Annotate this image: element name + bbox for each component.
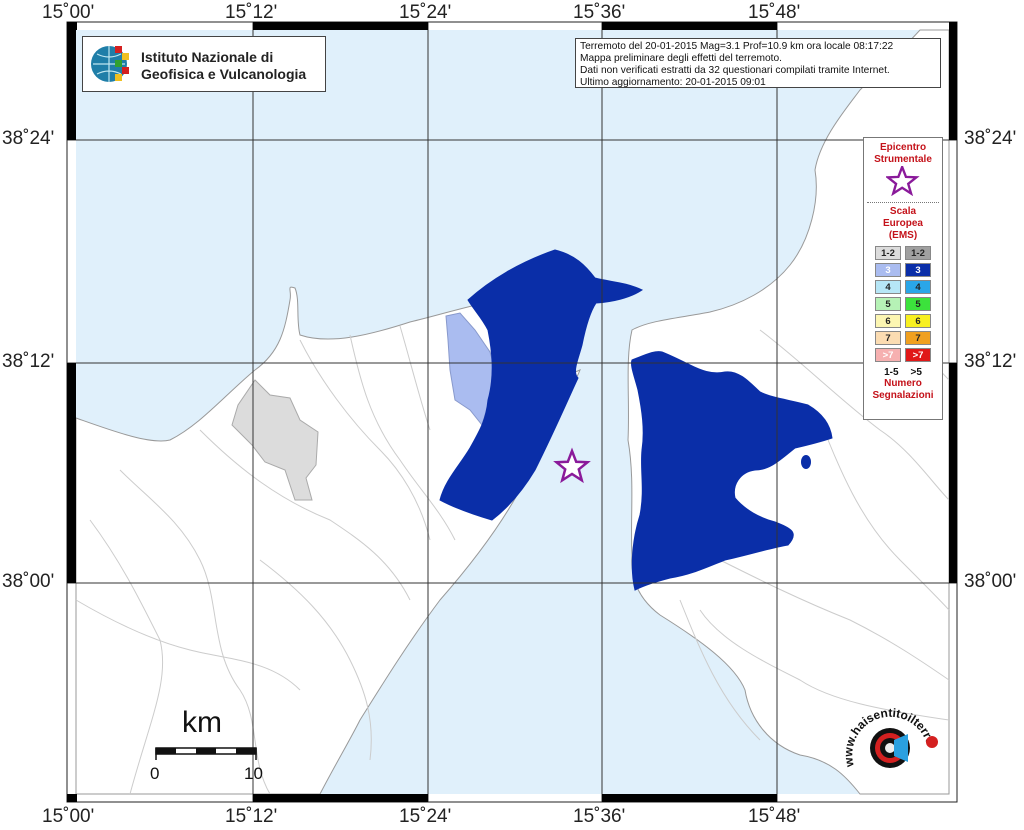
legend-epicenter-title-1: Epicentro (879, 142, 927, 153)
lon-tick-top-3: 15˚24' (399, 2, 452, 23)
legend-scale-title-2: Europea (882, 218, 923, 229)
lat-tick-right-3: 38˚00' (964, 571, 1017, 592)
lon-tick-bottom-2: 15˚12' (225, 806, 278, 827)
lon-tick-top-5: 15˚48' (748, 2, 801, 23)
scale-bar-graphic (155, 747, 257, 760)
legend-row: 44 (864, 280, 942, 294)
lon-tick-top-1: 15˚00' (42, 2, 95, 23)
lat-tick-right-1: 38˚24' (964, 128, 1017, 149)
legend-count-header: 1-5 >5 (864, 367, 942, 378)
lon-tick-bottom-1: 15˚00' (42, 806, 95, 827)
haisentito-logo-graphic: www.haisentitoilterremoto.it (835, 685, 938, 769)
haisentito-logo: www.haisentitoilterremoto.it (835, 685, 950, 796)
legend-row: 66 (864, 314, 942, 328)
legend-swatch-many: 4 (905, 280, 931, 294)
legend-scale-title-1: Scala (889, 206, 917, 217)
legend-swatch-many: 5 (905, 297, 931, 311)
legend-swatch-few: >7 (875, 348, 901, 362)
scale-bar-unit: km (182, 706, 222, 739)
lat-tick-right-2: 38˚12' (964, 351, 1017, 372)
intensity-area-3-islet (801, 455, 811, 469)
legend-swatch-few: 1-2 (875, 246, 901, 260)
legend-swatch-many: 1-2 (905, 246, 931, 260)
lon-tick-bottom-3: 15˚24' (399, 806, 452, 827)
event-info-line3: Dati non verificati estratti da 32 quest… (580, 65, 890, 76)
legend-swatch-many: 6 (905, 314, 931, 328)
legend-swatch-few: 3 (875, 263, 901, 277)
scale-bar-start: 0 (150, 764, 160, 783)
legend-count-title-2: Segnalazioni (872, 390, 934, 401)
legend-scale-title-3: (EMS) (888, 230, 918, 241)
legend-row: >7 >7 (864, 348, 942, 362)
legend-swatch-few: 6 (875, 314, 901, 328)
legend-count-low: 1-5 (884, 367, 899, 378)
ingv-name: Istituto Nazionale di Geofisica e Vulcan… (141, 49, 306, 83)
legend-epicenter-title-2: Strumentale (874, 154, 932, 165)
ingv-globe-icon (91, 46, 129, 82)
lon-tick-bottom-5: 15˚48' (748, 806, 801, 827)
lon-tick-top-4: 15˚36' (573, 2, 626, 23)
legend-count-title-1: Numero (884, 378, 922, 389)
legend-epicenter-star-icon (884, 163, 920, 197)
ingv-name-line1: Istituto Nazionale di (141, 49, 274, 65)
legend-count-high: >5 (910, 367, 922, 378)
lon-tick-top-2: 15˚12' (225, 2, 278, 23)
scale-bar-end: 10 (244, 764, 263, 783)
legend-swatch-few: 4 (875, 280, 901, 294)
event-info-line1: Terremoto del 20-01-2015 Mag=3.1 Prof=10… (580, 41, 894, 52)
legend-swatch-few: 5 (875, 297, 901, 311)
ingv-name-line2: Geofisica e Vulcanologia (141, 66, 307, 82)
legend-rows: 1-2 1-2 3 3 4 4 5 5 6 6 7 7 >7 >7 (864, 246, 942, 362)
event-info-line4: Ultimo aggiornamento: 20-01-2015 09:01 (580, 77, 766, 88)
legend-row: 1-2 1-2 (864, 246, 942, 260)
legend-swatch-many: 7 (905, 331, 931, 345)
scale-bar: km 0 10 (148, 706, 268, 786)
intensity-legend: Epicentro Strumentale Scala Europea (EMS… (863, 137, 943, 420)
legend-swatch-many: 3 (905, 263, 931, 277)
legend-row: 33 (864, 263, 942, 277)
lat-tick-left-1: 38˚24' (2, 128, 55, 149)
lon-tick-bottom-4: 15˚36' (573, 806, 626, 827)
legend-swatch-few: 7 (875, 331, 901, 345)
legend-row: 77 (864, 331, 942, 345)
legend-swatch-many: >7 (905, 348, 931, 362)
event-info-box: Terremoto del 20-01-2015 Mag=3.1 Prof=10… (575, 38, 941, 88)
lat-tick-left-2: 38˚12' (2, 351, 55, 372)
event-info-line2: Mappa preliminare degli effetti del terr… (580, 53, 782, 64)
ingv-logo-box: Istituto Nazionale di Geofisica e Vulcan… (82, 36, 326, 92)
legend-row: 55 (864, 297, 942, 311)
lat-tick-left-3: 38˚00' (2, 571, 55, 592)
